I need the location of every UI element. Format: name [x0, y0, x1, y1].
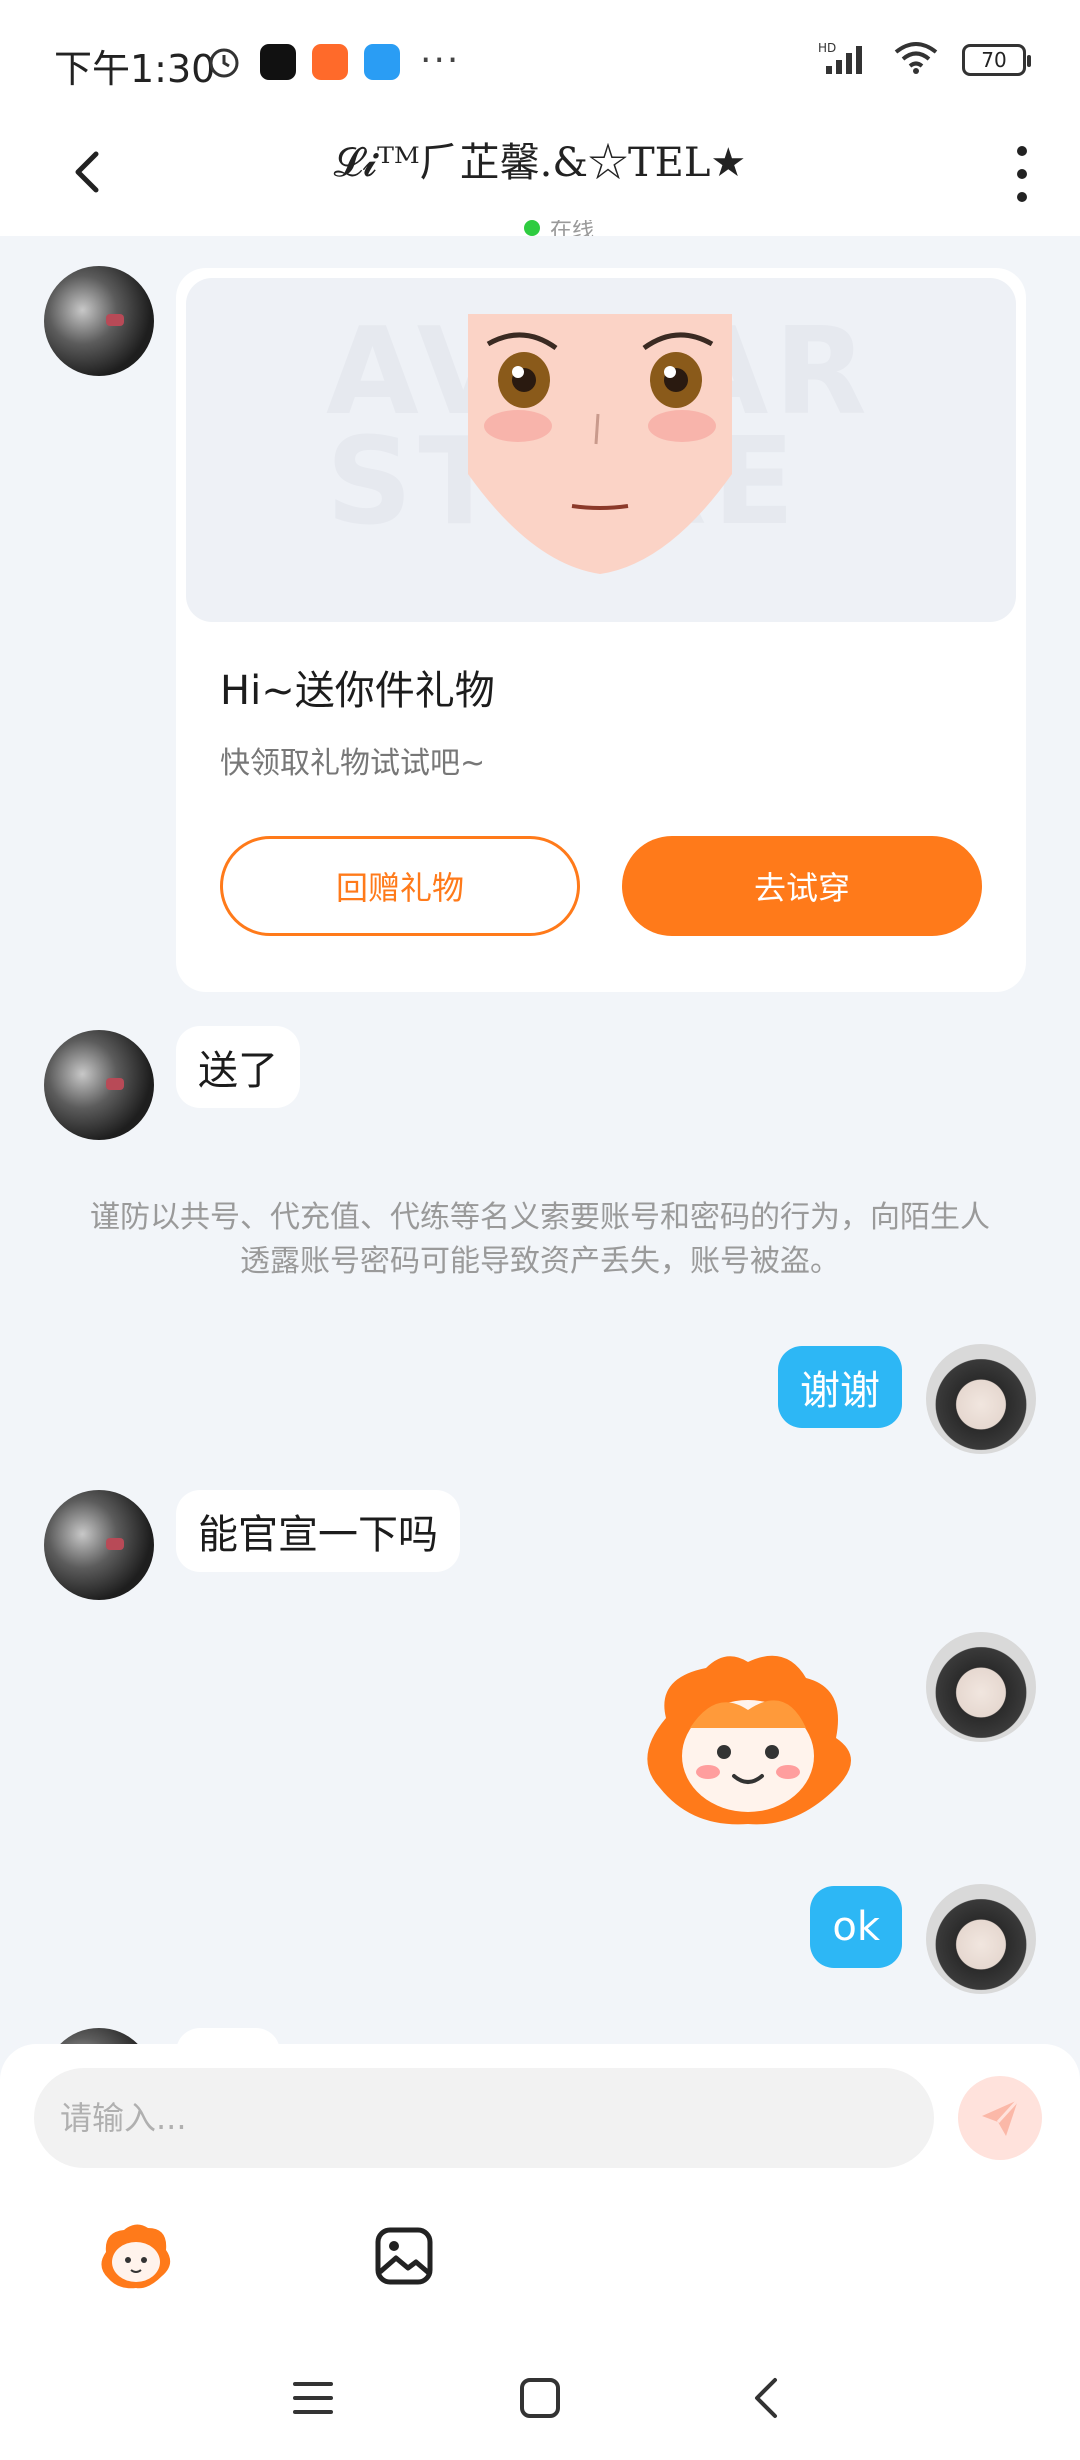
online-status: 在线: [524, 220, 594, 236]
status-right: HD 70: [818, 40, 1031, 80]
my-avatar[interactable]: [926, 1632, 1036, 1742]
tiktok-app-icon: [260, 44, 296, 80]
gift-card: AVATAR STORE Hi~送你件礼物 快领取礼物试试吧~ 回赠礼物 去试穿: [176, 268, 1026, 992]
nav-back-icon: [754, 2378, 777, 2418]
battery-indicator: 70: [962, 44, 1031, 76]
sticker-button[interactable]: [94, 2214, 178, 2298]
nav-menu-button[interactable]: [278, 2363, 348, 2433]
contact-avatar[interactable]: [44, 266, 154, 376]
safety-notice: 谨防以共号、代充值、代练等名义索要账号和密码的行为，向陌生人透露账号密码可能导致…: [90, 1200, 990, 1279]
online-dot: [524, 220, 540, 236]
home-square-icon: [519, 2378, 560, 2418]
return-gift-button[interactable]: 回赠礼物: [220, 836, 580, 936]
chat-header: 𝓛𝓲ᵀᴹ⺁芷馨.&☆TEL★ 在线: [0, 120, 1080, 236]
more-options-button[interactable]: [1010, 146, 1034, 202]
alarm-icon: [206, 44, 242, 80]
avatar-face-image: [468, 314, 732, 574]
status-bar: 下午1:30 ··· HD 70: [0, 0, 1080, 120]
gift-preview[interactable]: AVATAR STORE: [186, 278, 1016, 622]
my-avatar[interactable]: [926, 1344, 1036, 1454]
gift-title: Hi~送你件礼物: [220, 668, 495, 714]
gift-subtitle: 快领取礼物试试吧~: [220, 746, 486, 781]
nav-home-button[interactable]: [505, 2363, 575, 2433]
menu-icon: [293, 2382, 334, 2414]
incoming-message[interactable]: 能官宣一下吗: [176, 1490, 460, 1572]
incoming-message[interactable]: 送了: [176, 1026, 300, 1108]
image-icon: [375, 2227, 433, 2285]
my-avatar[interactable]: [926, 1884, 1036, 1994]
contact-name: 𝓛𝓲ᵀᴹ⺁芷馨.&☆TEL★: [333, 140, 747, 186]
status-time: 下午1:30: [54, 47, 216, 91]
image-button[interactable]: [362, 2214, 446, 2298]
blue-app-icon: [364, 44, 400, 80]
send-button[interactable]: [958, 2076, 1042, 2160]
svg-text:HD: HD: [818, 41, 836, 55]
wifi-icon: [892, 40, 940, 80]
sticker-message[interactable]: [636, 1648, 860, 1828]
more-notifications-icon: ···: [420, 40, 461, 81]
more-vertical-icon: [1017, 146, 1027, 156]
outgoing-message[interactable]: ok: [810, 1886, 902, 1968]
signal-icon: HD: [818, 40, 870, 80]
contact-avatar[interactable]: [44, 1030, 154, 1140]
system-navigation-bar: [0, 2336, 1080, 2460]
contact-avatar[interactable]: [44, 1490, 154, 1600]
send-icon: [982, 2098, 1020, 2136]
sticker-icon: [101, 2224, 171, 2289]
orange-app-icon: [312, 44, 348, 80]
message-input[interactable]: [34, 2068, 934, 2168]
online-label: 在线: [550, 220, 595, 236]
try-on-button[interactable]: 去试穿: [622, 836, 982, 936]
outgoing-message[interactable]: 谢谢: [778, 1346, 902, 1428]
nav-back-button[interactable]: [732, 2363, 802, 2433]
